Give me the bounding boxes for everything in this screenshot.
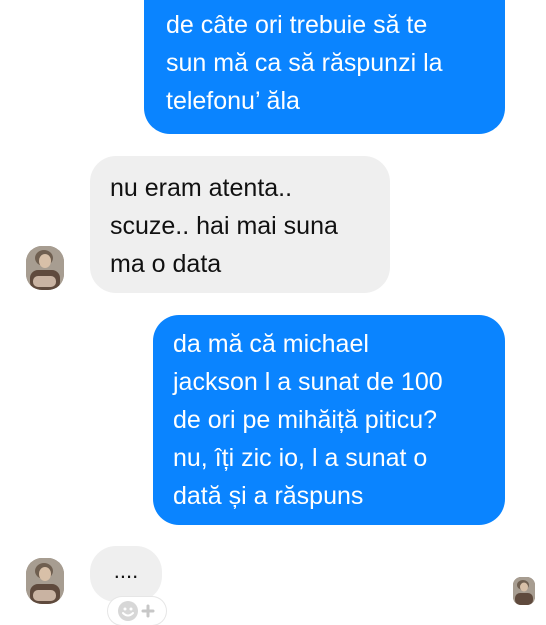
incoming-message-bubble[interactable]: nu eram atenta.. scuze.. hai mai suna ma… — [90, 156, 390, 293]
contact-avatar-icon[interactable] — [26, 558, 64, 604]
smiley-plus-icon — [118, 601, 155, 621]
contact-avatar-icon[interactable] — [26, 246, 64, 290]
seen-avatar-icon — [513, 577, 535, 605]
add-reaction-icon[interactable] — [108, 597, 166, 625]
outgoing-message-bubble[interactable]: de câte ori trebuie să te sun mă ca să r… — [144, 0, 505, 134]
outgoing-message-bubble[interactable]: da mă că michael jackson l a sunat de 10… — [153, 315, 505, 525]
avatar-photo — [513, 577, 535, 605]
avatar-photo — [26, 558, 64, 604]
typing-message-bubble[interactable]: .... — [90, 546, 162, 602]
avatar-photo — [26, 246, 64, 290]
